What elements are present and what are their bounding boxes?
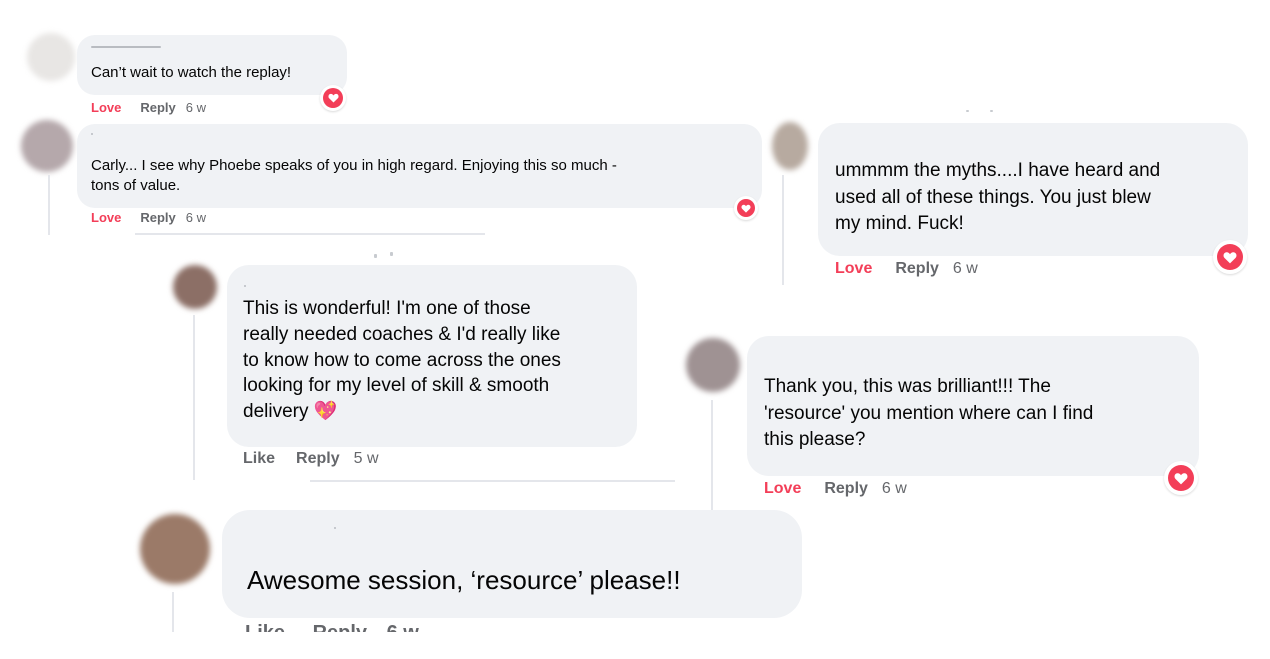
comment-actions: Love Reply 6 w: [835, 260, 978, 278]
timestamp[interactable]: 6 w: [882, 480, 907, 498]
comment-bubble: ummmm the myths....I have heard and used…: [818, 123, 1248, 256]
love-reaction-icon[interactable]: [734, 196, 758, 220]
avatar[interactable]: [173, 265, 217, 309]
reply-button[interactable]: Reply: [895, 260, 939, 278]
like-button[interactable]: Like: [243, 450, 275, 468]
love-reaction-icon[interactable]: [320, 85, 346, 111]
comment-actions: Like Reply 5 w: [243, 450, 379, 468]
avatar[interactable]: [21, 120, 73, 172]
thread-line: [193, 315, 195, 480]
love-button[interactable]: Love: [91, 210, 121, 225]
comment-bubble: Can’t wait to watch the replay!: [77, 35, 347, 95]
thread-line: [782, 175, 784, 285]
reply-button[interactable]: Reply: [824, 480, 868, 498]
timestamp[interactable]: 6 w: [186, 210, 206, 225]
comment-text: ummmm the myths....I have heard and used…: [835, 160, 1161, 235]
comment-actions: Love Reply 6 w: [91, 210, 206, 225]
name-fragment: [374, 254, 377, 258]
reply-button[interactable]: Reply: [140, 100, 175, 115]
avatar[interactable]: [140, 514, 210, 584]
timestamp[interactable]: 6 w: [953, 260, 978, 278]
comment-bubble: Thank you, this was brilliant!!! The 're…: [747, 336, 1199, 476]
divider: [310, 480, 675, 482]
reply-button[interactable]: Reply: [140, 210, 175, 225]
thread-line: [48, 175, 50, 235]
reply-button[interactable]: Reply: [313, 624, 367, 632]
comment-text: This is wonderful! I'm one of those real…: [243, 298, 561, 423]
like-button[interactable]: Like: [245, 624, 285, 632]
comment-bubble: Carly... I see why Phoebe speaks of you …: [77, 124, 762, 208]
name-fragment: [990, 110, 993, 112]
commenter-name[interactable]: [91, 46, 161, 48]
comment-text: Can’t wait to watch the replay!: [91, 64, 292, 81]
timestamp[interactable]: 6 w: [186, 100, 206, 115]
comment-actions-cropped: Like Reply 6 w: [245, 624, 485, 632]
love-button[interactable]: Love: [835, 260, 872, 278]
love-reaction-icon[interactable]: [1164, 461, 1198, 495]
commenter-name[interactable]: [334, 527, 336, 529]
avatar[interactable]: [686, 338, 740, 392]
avatar[interactable]: [772, 122, 808, 170]
name-fragment: [390, 252, 393, 256]
thread-line: [172, 592, 174, 632]
comment-bubble: This is wonderful! I'm one of those real…: [227, 265, 637, 447]
comment-actions: Love Reply 6 w: [764, 480, 907, 498]
comment-actions: Love Reply 6 w: [91, 100, 206, 115]
comment-text: Carly... I see why Phoebe speaks of you …: [91, 157, 617, 194]
commenter-name[interactable]: [244, 285, 246, 287]
commenter-name[interactable]: [91, 133, 93, 135]
love-button[interactable]: Love: [91, 100, 121, 115]
name-fragment: [966, 110, 969, 112]
timestamp[interactable]: 6 w: [387, 624, 419, 632]
divider: [135, 233, 485, 235]
reply-button[interactable]: Reply: [296, 450, 340, 468]
comment-text: Awesome session, ‘resource’ please!!: [247, 565, 681, 595]
love-button[interactable]: Love: [764, 480, 801, 498]
comment-text: Thank you, this was brilliant!!! The 're…: [764, 376, 1094, 451]
love-reaction-icon[interactable]: [1213, 240, 1247, 274]
avatar[interactable]: [27, 33, 75, 81]
thread-line: [711, 400, 713, 510]
comment-bubble: Awesome session, ‘resource’ please!!: [222, 510, 802, 618]
timestamp[interactable]: 5 w: [354, 450, 379, 468]
